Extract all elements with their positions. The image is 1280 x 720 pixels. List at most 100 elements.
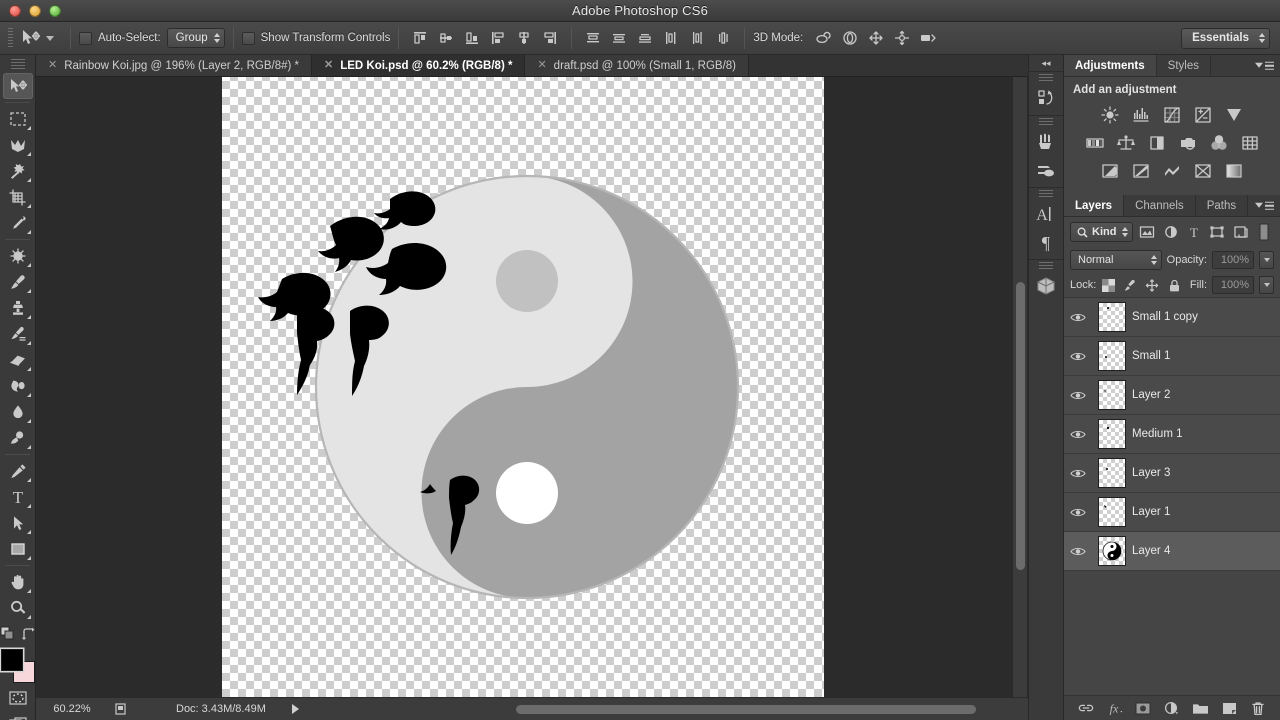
auto-select-scope-select[interactable]: Group: [167, 28, 225, 48]
tool-expand-triangle[interactable]: [27, 178, 31, 182]
layer-name[interactable]: Small 1: [1132, 350, 1170, 362]
blur-tool-icon[interactable]: [3, 399, 33, 425]
layer-thumbnail[interactable]: [1092, 380, 1132, 410]
gradient-tool-icon[interactable]: [3, 373, 33, 399]
tool-expand-triangle[interactable]: [27, 530, 31, 534]
spot-healing-brush-tool-icon[interactable]: [3, 243, 33, 269]
black-white-icon[interactable]: [1144, 131, 1170, 154]
tool-expand-triangle[interactable]: [27, 615, 31, 619]
fill-value-field[interactable]: 100%: [1212, 276, 1254, 294]
layer-thumbnail[interactable]: [1092, 536, 1132, 566]
foreground-color-swatch[interactable]: [1, 649, 23, 671]
color-lookup-icon[interactable]: [1237, 131, 1263, 154]
table-row[interactable]: Small 1: [1064, 337, 1280, 376]
new-adjustment-layer-icon[interactable]: [1162, 698, 1182, 718]
move-tool-icon[interactable]: [18, 27, 44, 49]
dock-group-grip[interactable]: [1039, 190, 1053, 199]
opacity-slider-dropdown[interactable]: [1259, 251, 1274, 269]
document-tab-draft[interactable]: ✕ draft.psd @ 100% (Small 1, RGB/8): [525, 55, 749, 76]
layer-visibility-toggle[interactable]: [1064, 507, 1092, 518]
posterize-icon[interactable]: [1128, 159, 1154, 182]
lock-position-icon[interactable]: [1145, 277, 1159, 293]
rotate-3d-icon[interactable]: [811, 27, 837, 49]
workspace-select[interactable]: Essentials: [1181, 28, 1270, 49]
swap-colors-icon[interactable]: [21, 627, 35, 645]
zoom-level-field[interactable]: 60.22%: [36, 703, 108, 715]
distribute-top-edges-icon[interactable]: [580, 27, 606, 49]
new-layer-icon[interactable]: [1219, 698, 1239, 718]
new-group-icon[interactable]: [1191, 698, 1211, 718]
layer-thumbnail[interactable]: [1092, 302, 1132, 332]
vibrance-icon[interactable]: [1221, 103, 1247, 126]
filter-pixel-layers-icon[interactable]: [1137, 222, 1156, 242]
brightness-contrast-icon[interactable]: [1097, 103, 1123, 126]
layer-visibility-toggle[interactable]: [1064, 546, 1092, 557]
tool-expand-triangle[interactable]: [27, 230, 31, 234]
layer-filter-kind-select[interactable]: Kind: [1070, 222, 1133, 242]
filter-adjustment-layers-icon[interactable]: [1161, 222, 1180, 242]
link-layers-icon[interactable]: [1076, 698, 1096, 718]
eyedropper-tool-icon[interactable]: [3, 210, 33, 236]
blend-mode-select[interactable]: Normal: [1070, 250, 1162, 270]
default-colors-icon[interactable]: [0, 626, 15, 645]
tool-expand-triangle[interactable]: [27, 504, 31, 508]
table-row[interactable]: Layer 4: [1064, 532, 1280, 571]
gradient-map-icon[interactable]: [1190, 159, 1216, 182]
tool-presets-panel-icon[interactable]: [1031, 156, 1061, 184]
show-transform-controls-checkbox[interactable]: [242, 32, 255, 45]
crop-tool-icon[interactable]: [3, 184, 33, 210]
document-tab-led-koi[interactable]: ✕ LED Koi.psd @ 60.2% (RGB/8) *: [312, 55, 525, 76]
clone-stamp-tool-icon[interactable]: [3, 295, 33, 321]
layer-list-empty-area[interactable]: [1064, 571, 1280, 691]
distribute-horizontal-centers-icon[interactable]: [684, 27, 710, 49]
lock-image-pixels-icon[interactable]: [1123, 277, 1137, 293]
threshold-icon[interactable]: [1159, 159, 1185, 182]
table-row[interactable]: Medium 1: [1064, 415, 1280, 454]
magic-wand-tool-icon[interactable]: [3, 158, 33, 184]
layer-visibility-toggle[interactable]: [1064, 390, 1092, 401]
table-row[interactable]: Layer 1: [1064, 493, 1280, 532]
align-bottom-edges-icon[interactable]: [459, 27, 485, 49]
layer-visibility-toggle[interactable]: [1064, 468, 1092, 479]
character-panel-icon[interactable]: A: [1031, 200, 1061, 228]
document-tab-rainbow-koi[interactable]: ✕ Rainbow Koi.jpg @ 196% (Layer 2, RGB/8…: [36, 55, 312, 76]
dock-group-grip[interactable]: [1039, 118, 1053, 127]
invert-icon[interactable]: [1097, 159, 1123, 182]
tool-expand-triangle[interactable]: [27, 289, 31, 293]
layer-name[interactable]: Layer 4: [1132, 545, 1170, 557]
canvas-stage[interactable]: [36, 77, 1028, 697]
channel-mixer-icon[interactable]: [1206, 131, 1232, 154]
tab-styles[interactable]: Styles: [1157, 55, 1211, 76]
filter-type-layers-icon[interactable]: T: [1184, 222, 1203, 242]
rectangular-marquee-tool-icon[interactable]: [3, 106, 33, 132]
align-top-edges-icon[interactable]: [407, 27, 433, 49]
document-proxy-icon[interactable]: [108, 702, 134, 716]
filter-toggle-icon[interactable]: [1255, 222, 1274, 242]
layer-name[interactable]: Small 1 copy: [1132, 311, 1198, 323]
tab-paths[interactable]: Paths: [1196, 195, 1248, 216]
add-layer-mask-icon[interactable]: [1133, 698, 1153, 718]
distribute-left-edges-icon[interactable]: [658, 27, 684, 49]
status-menu-arrow-icon[interactable]: [292, 704, 299, 714]
tool-expand-triangle[interactable]: [27, 556, 31, 560]
close-icon[interactable]: ✕: [537, 60, 546, 71]
opacity-value-field[interactable]: 100%: [1212, 251, 1254, 269]
canvas-vertical-scrollbar[interactable]: [1012, 77, 1027, 697]
brush-tool-icon[interactable]: [3, 269, 33, 295]
exposure-icon[interactable]: [1190, 103, 1216, 126]
screen-mode-icon[interactable]: [3, 711, 33, 720]
scale-3d-camera-icon[interactable]: [915, 27, 941, 49]
collapse-panels-icon[interactable]: ◂◂: [1029, 55, 1063, 71]
tool-expand-triangle[interactable]: [27, 263, 31, 267]
quick-mask-mode-icon[interactable]: [3, 685, 33, 711]
distribute-vertical-centers-icon[interactable]: [606, 27, 632, 49]
rectangle-shape-tool-icon[interactable]: [3, 536, 33, 562]
3d-panel-icon[interactable]: [1031, 272, 1061, 300]
auto-select-checkbox[interactable]: [79, 32, 92, 45]
tools-panel-grip[interactable]: [11, 59, 25, 69]
roll-3d-icon[interactable]: [837, 27, 863, 49]
tool-expand-triangle[interactable]: [27, 419, 31, 423]
history-panel-icon[interactable]: [1031, 84, 1061, 112]
layer-name[interactable]: Layer 3: [1132, 467, 1170, 479]
layer-name[interactable]: Layer 2: [1132, 389, 1170, 401]
